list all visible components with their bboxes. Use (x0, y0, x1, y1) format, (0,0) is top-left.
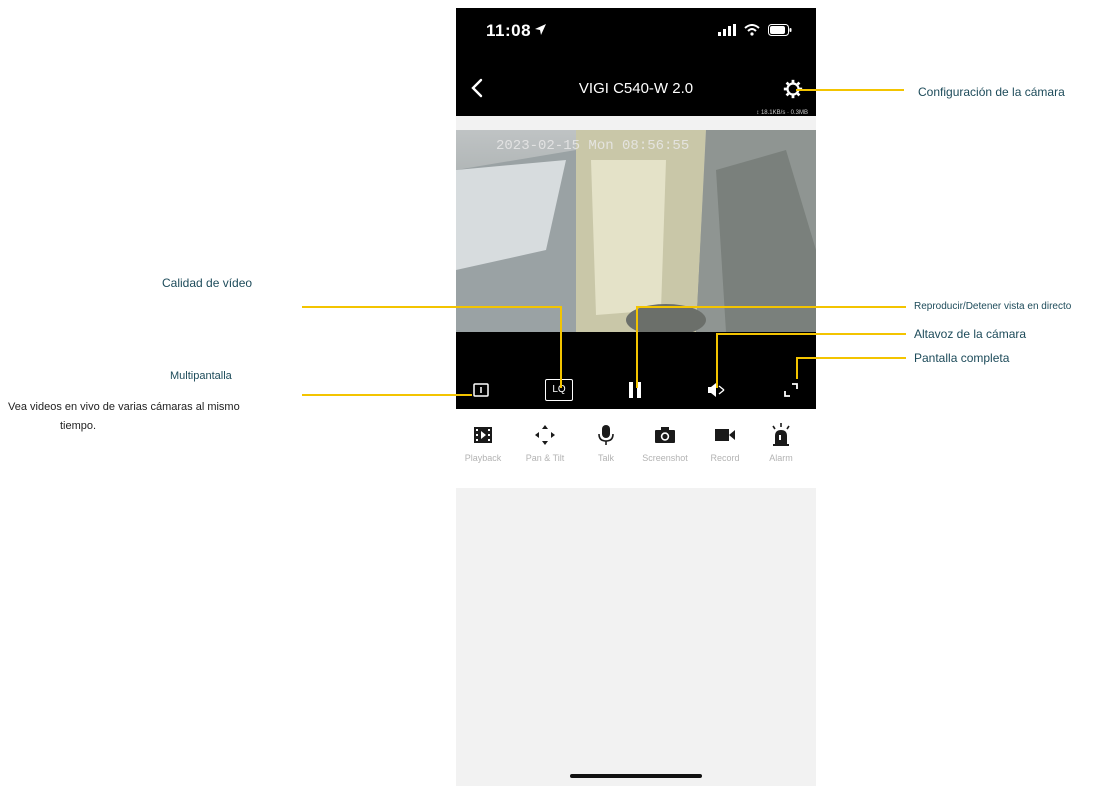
annotation-video-quality: Calidad de vídeo (162, 276, 253, 290)
camera-icon (655, 427, 675, 443)
annotation-camera-speaker: Altavoz de la cámara (914, 327, 1027, 341)
annotation-fullscreen: Pantalla completa (914, 351, 1010, 365)
signal-icon (718, 24, 736, 36)
annotation-line-play-stop-vertical (636, 306, 638, 388)
action-toolbar: Playback Pan & Tilt Talk Screenshot Reco… (456, 409, 816, 488)
talk-button[interactable]: Talk (579, 423, 633, 463)
tool-label: Record (710, 453, 740, 463)
annotation-line-quality-vertical (560, 306, 562, 388)
annotation-line-multiscreen (302, 394, 472, 396)
annotation-line-quality (302, 306, 562, 308)
pan-tilt-icon (535, 425, 555, 445)
fullscreen-icon[interactable] (783, 382, 799, 398)
pan-tilt-button[interactable]: Pan & Tilt (518, 423, 572, 463)
wifi-icon (744, 24, 760, 36)
alarm-icon (772, 423, 790, 446)
annotation-play-stop: Reproducir/Detener vista en directo (914, 301, 1072, 312)
camera-title: VIGI C540-W 2.0 (578, 80, 694, 97)
home-indicator (570, 774, 702, 778)
video-scene (456, 130, 816, 332)
screenshot-button[interactable]: Screenshot (638, 423, 692, 463)
annotation-line-speaker-vertical (716, 333, 718, 388)
video-camera-icon (715, 429, 735, 441)
annotation-line-play-stop (636, 306, 906, 308)
network-stats: ↕ 18.1KB/s · 0.3MB (756, 110, 808, 116)
location-arrow-icon (535, 24, 546, 35)
annotation-line-speaker (716, 333, 906, 335)
video-quality-button[interactable]: LQ (545, 379, 573, 401)
tool-label: Playback (464, 453, 502, 463)
annotation-line-settings (796, 89, 904, 91)
tool-label: Screenshot (642, 453, 688, 463)
tool-label: Talk (597, 453, 614, 463)
phone-screen: 11:08 VIGI C540-W 2.0 ↕ 18.1KB/s · 0.3MB… (456, 8, 816, 786)
alarm-button[interactable]: Alarm (754, 423, 808, 463)
multiscreen-icon[interactable] (473, 383, 489, 397)
multiscreen-description-line-2: tiempo. (60, 420, 97, 432)
status-bar: 11:08 (456, 8, 816, 54)
film-icon (474, 427, 492, 443)
annotation-line-fullscreen (796, 357, 906, 359)
tool-label: Alarm (769, 453, 793, 463)
pause-icon[interactable] (628, 381, 642, 399)
nav-bar: VIGI C540-W 2.0 ↕ 18.1KB/s · 0.3MB (456, 54, 816, 116)
status-time: 11:08 (486, 21, 532, 40)
live-video[interactable]: 2023-02-15 Mon 08:56:55 (456, 130, 816, 332)
tool-label: Pan & Tilt (525, 453, 565, 463)
annotation-multiscreen: Multipantalla (170, 370, 232, 382)
record-button[interactable]: Record (698, 423, 752, 463)
playback-button[interactable]: Playback (456, 423, 510, 463)
multiscreen-description-line-1: Vea videos en vivo de varias cámaras al … (8, 401, 240, 413)
battery-icon (768, 24, 792, 36)
annotation-line-fullscreen-vertical (796, 357, 798, 379)
microphone-icon (598, 425, 614, 445)
annotation-camera-settings: Configuración de la cámara (918, 85, 1065, 99)
video-timestamp: 2023-02-15 Mon 08:56:55 (496, 138, 690, 154)
